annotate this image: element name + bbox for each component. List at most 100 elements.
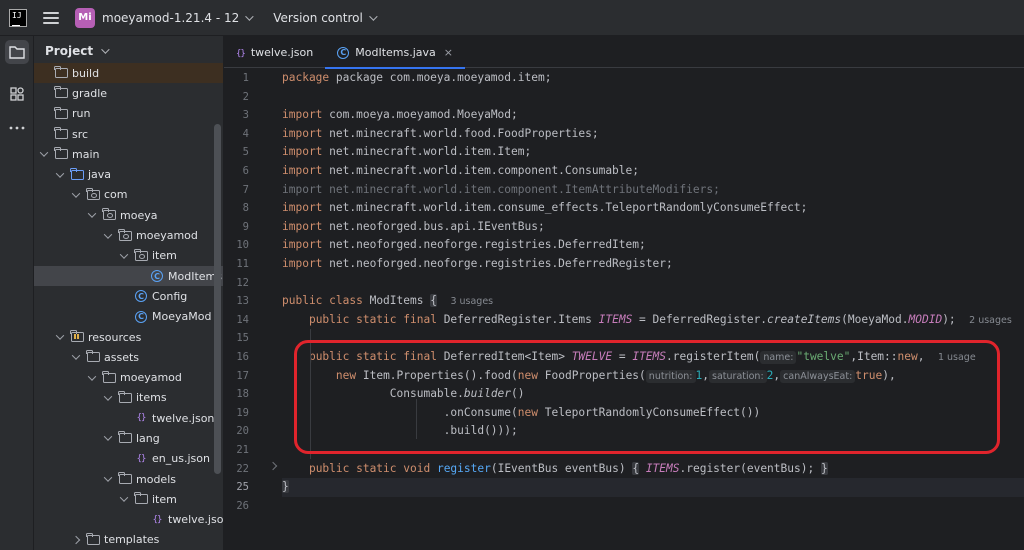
line-number[interactable]: 16 [236, 348, 249, 367]
chevron-down-icon[interactable] [56, 170, 64, 180]
line-number[interactable]: 17 [236, 367, 249, 386]
chevron-down-icon[interactable] [104, 231, 112, 241]
line-number[interactable]: 15 [236, 329, 249, 348]
tree-item[interactable]: item [34, 489, 223, 509]
chevron-down-icon[interactable] [101, 45, 110, 54]
chevron-down-icon[interactable] [72, 190, 80, 200]
json-file-icon: {} [152, 514, 163, 525]
chevron-down-icon[interactable] [88, 373, 96, 383]
tree-item-label: main [72, 147, 100, 161]
tree-item[interactable]: lang [34, 428, 223, 448]
chevron-down-icon[interactable] [120, 251, 128, 261]
tree-item[interactable]: item [34, 246, 223, 266]
line-number[interactable]: 3 [243, 106, 249, 125]
line-number[interactable]: 26 [236, 497, 249, 516]
line-number[interactable]: 12 [236, 274, 249, 293]
chevron-down-icon[interactable] [104, 433, 112, 443]
line-number[interactable]: 22 [236, 460, 249, 479]
intellij-logo-icon[interactable]: IJ [9, 8, 27, 27]
chevron-down-icon[interactable] [245, 11, 254, 21]
line-number[interactable]: 7 [243, 181, 249, 200]
chevron-down-icon[interactable] [104, 474, 112, 484]
structure-tool-button[interactable] [5, 82, 29, 106]
usages-hint[interactable]: 3 usages [450, 296, 493, 307]
tree-item[interactable]: src [34, 124, 223, 144]
usages-hint[interactable]: 2 usages [969, 315, 1012, 326]
line-number[interactable]: 10 [236, 236, 249, 255]
editor-tab[interactable]: C ModItems.java × [325, 36, 465, 69]
more-tools-button[interactable] [5, 116, 29, 140]
line-number[interactable]: 4 [243, 125, 249, 144]
folder-icon [102, 370, 116, 385]
import-keyword: import [282, 219, 323, 233]
chevron-down-icon[interactable] [40, 149, 48, 159]
line-number[interactable]: 18 [236, 385, 249, 404]
line-number[interactable]: 9 [243, 218, 249, 237]
project-badge[interactable]: Mi [75, 7, 95, 28]
tree-item[interactable]: build [34, 63, 223, 84]
tree-item[interactable]: C Config [34, 286, 223, 306]
folder-icon [86, 532, 100, 547]
line-number[interactable]: 5 [243, 143, 249, 162]
tree-item[interactable]: moeyamod [34, 367, 223, 387]
close-icon[interactable]: × [444, 46, 453, 59]
project-tool-button[interactable] [5, 40, 29, 64]
tree-item-label: com [104, 188, 128, 202]
chevron-down-icon[interactable] [72, 352, 80, 362]
tree-item[interactable]: com [34, 185, 223, 205]
line-number[interactable]: 20 [236, 422, 249, 441]
main-menu-icon[interactable] [43, 11, 59, 24]
line-number[interactable]: 25 [236, 478, 249, 497]
tree-item[interactable]: run [34, 104, 223, 124]
project-panel-header[interactable]: Project [34, 36, 223, 66]
package-folder-icon [102, 208, 116, 222]
chevron-right-icon[interactable] [72, 535, 80, 545]
code-line: import net.minecraft.world.item.Item; [282, 143, 531, 162]
tree-item[interactable]: C ModItems [34, 265, 223, 287]
tree-item[interactable]: main [34, 144, 223, 164]
tree-item-label: item [152, 249, 177, 263]
line-number[interactable]: 8 [243, 199, 249, 218]
line-number[interactable]: 1 [243, 69, 249, 88]
line-number[interactable]: 21 [236, 441, 249, 460]
tree-item[interactable]: moeya [34, 205, 223, 225]
tree-item[interactable]: moeyamod [34, 225, 223, 245]
chevron-down-icon[interactable] [120, 494, 128, 504]
method-call: .register(eventBus); [679, 461, 815, 475]
line-number[interactable]: 6 [243, 162, 249, 181]
chevron-down-icon[interactable] [104, 393, 112, 403]
code-line: import net.minecraft.world.food.FoodProp… [282, 125, 599, 144]
tree-item[interactable]: gradle [34, 83, 223, 103]
line-number[interactable]: 13 [236, 292, 249, 311]
chevron-down-icon[interactable] [88, 210, 96, 220]
tab-label: ModItems.java [355, 45, 436, 59]
tool-window-strip [0, 36, 34, 550]
package-text: package com.moeya.moeyamod.item; [335, 71, 552, 84]
line-number[interactable]: 2 [243, 88, 249, 107]
structure-icon [10, 87, 24, 101]
line-number[interactable]: 11 [236, 255, 249, 274]
tree-item[interactable]: templates [34, 530, 223, 550]
line-number[interactable]: 14 [236, 311, 249, 330]
tree-item[interactable]: resources [34, 327, 223, 347]
chevron-down-icon[interactable] [56, 332, 64, 342]
type: DeferredRegister. [652, 312, 768, 326]
project-scrollbar[interactable] [214, 124, 221, 474]
tree-item[interactable]: java [34, 164, 223, 184]
tree-item[interactable]: models [34, 469, 223, 489]
editor-tab[interactable]: {} twelve.json [224, 36, 325, 68]
tree-item[interactable]: {} twelve.json [34, 510, 223, 530]
chevron-down-icon[interactable] [368, 11, 378, 21]
import-keyword: import [282, 145, 323, 159]
import-path: net.minecraft.world.item.consume_effects… [329, 201, 808, 215]
tree-item[interactable]: C MoeyaMod [34, 307, 223, 327]
tree-item[interactable]: assets [34, 347, 223, 367]
tree-item[interactable]: items [34, 388, 223, 408]
code-editor[interactable]: package package com.moeya.moeyamod.item;… [282, 69, 1024, 550]
version-control-menu[interactable]: Version control [273, 11, 363, 25]
tree-item[interactable]: {} en_us.json [34, 449, 223, 469]
method-decl: register [436, 461, 491, 475]
line-number[interactable]: 19 [236, 404, 249, 423]
project-name[interactable]: moeyamod-1.21.4 - 12 [102, 11, 239, 25]
tree-item[interactable]: {} twelve.json [34, 408, 223, 428]
